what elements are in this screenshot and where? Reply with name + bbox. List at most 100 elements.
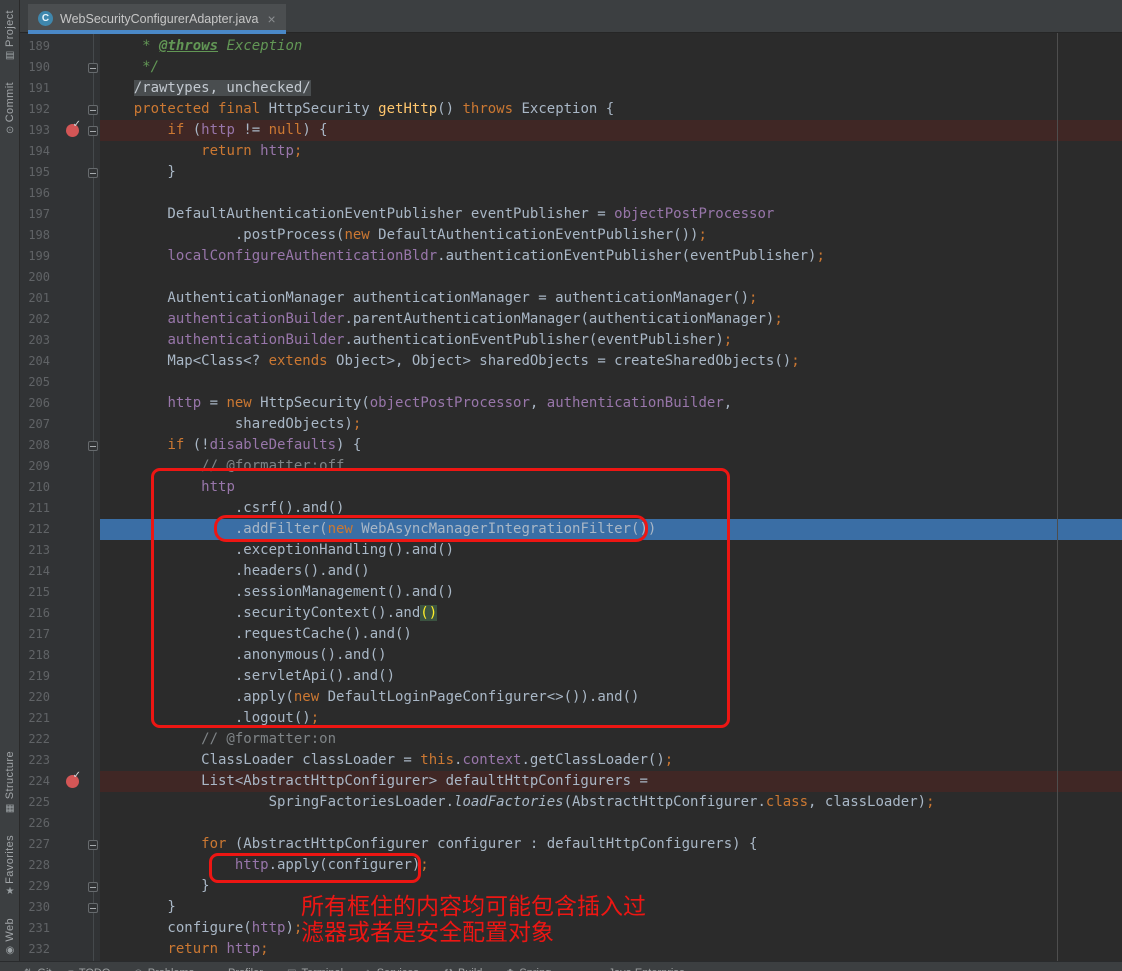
- line-number[interactable]: 213: [22, 540, 50, 561]
- line-number[interactable]: 198: [22, 225, 50, 246]
- code-line[interactable]: .anonymous().and(): [100, 645, 1122, 666]
- code-line[interactable]: .securityContext().and(): [100, 603, 1122, 624]
- code-line[interactable]: http.apply(configurer);: [100, 855, 1122, 876]
- line-number[interactable]: 230: [22, 897, 50, 918]
- code-line[interactable]: .sessionManagement().and(): [100, 582, 1122, 603]
- statusbar-item-build[interactable]: ⚒Build: [444, 967, 482, 971]
- line-number[interactable]: 211: [22, 498, 50, 519]
- line-number[interactable]: 200: [22, 267, 50, 288]
- code-line[interactable]: [100, 267, 1122, 288]
- statusbar-item-terminal[interactable]: ▣Terminal: [287, 967, 343, 971]
- code-editor[interactable]: 189 * @throws Exception 190 */ 191 /rawtyp…: [20, 33, 1122, 961]
- code-line[interactable]: * @throws Exception: [100, 36, 1122, 57]
- code-line[interactable]: return http;: [100, 141, 1122, 162]
- code-line[interactable]: AuthenticationManager authenticationMana…: [100, 288, 1122, 309]
- line-number[interactable]: 202: [22, 309, 50, 330]
- code-line[interactable]: /rawtypes, unchecked/: [100, 78, 1122, 99]
- code-line[interactable]: [100, 372, 1122, 393]
- code-line[interactable]: DefaultAuthenticationEventPublisher even…: [100, 204, 1122, 225]
- code-line[interactable]: if (http != null) {: [100, 120, 1122, 141]
- breakpoint-icon[interactable]: [66, 124, 79, 137]
- code-line[interactable]: protected final HttpSecurity getHttp() t…: [100, 99, 1122, 120]
- line-number[interactable]: 227: [22, 834, 50, 855]
- tool-window-button-project[interactable]: Project▤: [4, 10, 16, 62]
- code-line[interactable]: authenticationBuilder.parentAuthenticati…: [100, 309, 1122, 330]
- line-number[interactable]: 191: [22, 78, 50, 99]
- fold-marker-icon[interactable]: [88, 168, 98, 178]
- code-line[interactable]: .addFilter(new WebAsyncManagerIntegratio…: [100, 519, 1122, 540]
- fold-marker-icon[interactable]: [88, 441, 98, 451]
- editor-tab[interactable]: C WebSecurityConfigurerAdapter.java ×: [28, 4, 286, 33]
- line-number[interactable]: 231: [22, 918, 50, 939]
- code-line[interactable]: Map<Class<? extends Object>, Object> sha…: [100, 351, 1122, 372]
- line-number[interactable]: 194: [22, 141, 50, 162]
- code-line[interactable]: .requestCache().and(): [100, 624, 1122, 645]
- code-line[interactable]: .postProcess(new DefaultAuthenticationEv…: [100, 225, 1122, 246]
- line-number[interactable]: 201: [22, 288, 50, 309]
- fold-marker-icon[interactable]: [88, 903, 98, 913]
- tab-close-icon[interactable]: ×: [266, 12, 276, 26]
- statusbar-item-problems[interactable]: ◎Problems: [134, 967, 194, 971]
- tool-window-button-web[interactable]: Web◉: [4, 918, 16, 957]
- line-number[interactable]: 199: [22, 246, 50, 267]
- line-number[interactable]: 209: [22, 456, 50, 477]
- line-number[interactable]: 226: [22, 813, 50, 834]
- line-number[interactable]: 195: [22, 162, 50, 183]
- line-number[interactable]: 207: [22, 414, 50, 435]
- code-line[interactable]: sharedObjects);: [100, 414, 1122, 435]
- code-line[interactable]: List<AbstractHttpConfigurer> defaultHttp…: [100, 771, 1122, 792]
- tool-window-button-commit[interactable]: Commit⊙: [4, 82, 16, 137]
- line-number[interactable]: 217: [22, 624, 50, 645]
- line-number[interactable]: 208: [22, 435, 50, 456]
- code-line[interactable]: localConfigureAuthenticationBldr.authent…: [100, 246, 1122, 267]
- line-number[interactable]: 206: [22, 393, 50, 414]
- line-number[interactable]: 232: [22, 939, 50, 960]
- code-line[interactable]: http: [100, 477, 1122, 498]
- code-line[interactable]: ClassLoader classLoader = this.context.g…: [100, 750, 1122, 771]
- statusbar-item-todo[interactable]: ≡TODO: [68, 967, 110, 971]
- code-line[interactable]: .servletApi().and(): [100, 666, 1122, 687]
- line-number[interactable]: 212: [22, 519, 50, 540]
- code-line[interactable]: SpringFactoriesLoader.loadFactories(Abst…: [100, 792, 1122, 813]
- line-number[interactable]: 192: [22, 99, 50, 120]
- line-number[interactable]: 204: [22, 351, 50, 372]
- fold-marker-icon[interactable]: [88, 882, 98, 892]
- line-number[interactable]: 220: [22, 687, 50, 708]
- code-line[interactable]: // @formatter:on: [100, 729, 1122, 750]
- code-line[interactable]: http = new HttpSecurity(objectPostProces…: [100, 393, 1122, 414]
- line-number[interactable]: 224: [22, 771, 50, 792]
- line-number[interactable]: 210: [22, 477, 50, 498]
- code-line[interactable]: .logout();: [100, 708, 1122, 729]
- line-number[interactable]: 228: [22, 855, 50, 876]
- statusbar-item-git[interactable]: ⇅Git: [24, 967, 51, 971]
- code-line[interactable]: .csrf().and(): [100, 498, 1122, 519]
- statusbar-item-profiler[interactable]: ◔Profiler: [217, 967, 263, 971]
- line-number[interactable]: 205: [22, 372, 50, 393]
- line-number[interactable]: 229: [22, 876, 50, 897]
- line-number[interactable]: 223: [22, 750, 50, 771]
- line-number[interactable]: 218: [22, 645, 50, 666]
- code-line[interactable]: }: [100, 162, 1122, 183]
- code-line[interactable]: [100, 813, 1122, 834]
- fold-marker-icon[interactable]: [88, 126, 98, 136]
- line-number[interactable]: 216: [22, 603, 50, 624]
- code-line[interactable]: .exceptionHandling().and(): [100, 540, 1122, 561]
- code-line[interactable]: // @formatter:off: [100, 456, 1122, 477]
- statusbar-item-spring[interactable]: ✿Spring: [506, 967, 551, 971]
- line-number[interactable]: 221: [22, 708, 50, 729]
- code-line[interactable]: for (AbstractHttpConfigurer configurer :…: [100, 834, 1122, 855]
- fold-marker-icon[interactable]: [88, 63, 98, 73]
- line-number[interactable]: 196: [22, 183, 50, 204]
- code-line[interactable]: authenticationBuilder.authenticationEven…: [100, 330, 1122, 351]
- code-line[interactable]: */: [100, 57, 1122, 78]
- line-number[interactable]: 189: [22, 36, 50, 57]
- tool-window-button-favorites[interactable]: Favorites★: [4, 835, 16, 899]
- fold-marker-icon[interactable]: [88, 105, 98, 115]
- statusbar-item-services[interactable]: ◈Services: [364, 967, 419, 971]
- statusbar-item-java-enterprise[interactable]: ▪Java Enterprise: [600, 967, 685, 971]
- line-number[interactable]: 219: [22, 666, 50, 687]
- code-line[interactable]: [100, 183, 1122, 204]
- breakpoint-icon[interactable]: [66, 775, 79, 788]
- line-number[interactable]: 190: [22, 57, 50, 78]
- line-number[interactable]: 215: [22, 582, 50, 603]
